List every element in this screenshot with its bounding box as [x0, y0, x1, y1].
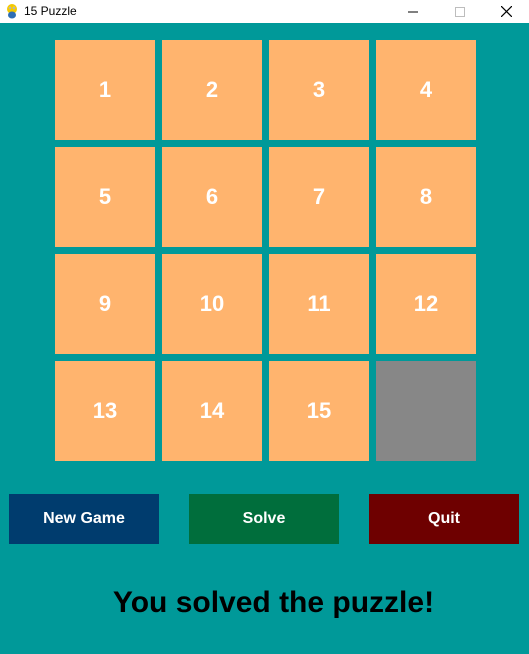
puzzle-board: 1 2 3 4 5 6 7 8 9 10 11 12 13 14 15 [55, 40, 476, 461]
title-bar: 15 Puzzle [0, 0, 529, 23]
tile[interactable]: 11 [269, 254, 369, 354]
maximize-button[interactable] [437, 0, 483, 23]
tile[interactable]: 5 [55, 147, 155, 247]
tile[interactable]: 15 [269, 361, 369, 461]
tile[interactable]: 3 [269, 40, 369, 140]
solve-button[interactable]: Solve [189, 494, 339, 544]
window-title: 15 Puzzle [24, 4, 77, 18]
quit-button[interactable]: Quit [369, 494, 519, 544]
tile[interactable]: 12 [376, 254, 476, 354]
tile[interactable]: 2 [162, 40, 262, 140]
minimize-button[interactable] [390, 0, 436, 23]
tile[interactable]: 13 [55, 361, 155, 461]
tile[interactable]: 14 [162, 361, 262, 461]
tile[interactable]: 7 [269, 147, 369, 247]
tile[interactable]: 10 [162, 254, 262, 354]
tile[interactable]: 8 [376, 147, 476, 247]
pygame-snake-icon [4, 3, 20, 19]
status-message: You solved the puzzle! [112, 586, 435, 619]
minimize-icon [408, 11, 418, 12]
close-icon [500, 6, 512, 17]
maximize-icon [455, 6, 465, 17]
new-game-button[interactable]: New Game [9, 494, 159, 544]
empty-tile [376, 361, 476, 461]
tile[interactable]: 6 [162, 147, 262, 247]
tile[interactable]: 1 [55, 40, 155, 140]
tile[interactable]: 9 [55, 254, 155, 354]
tile[interactable]: 4 [376, 40, 476, 140]
close-button[interactable] [483, 0, 529, 23]
